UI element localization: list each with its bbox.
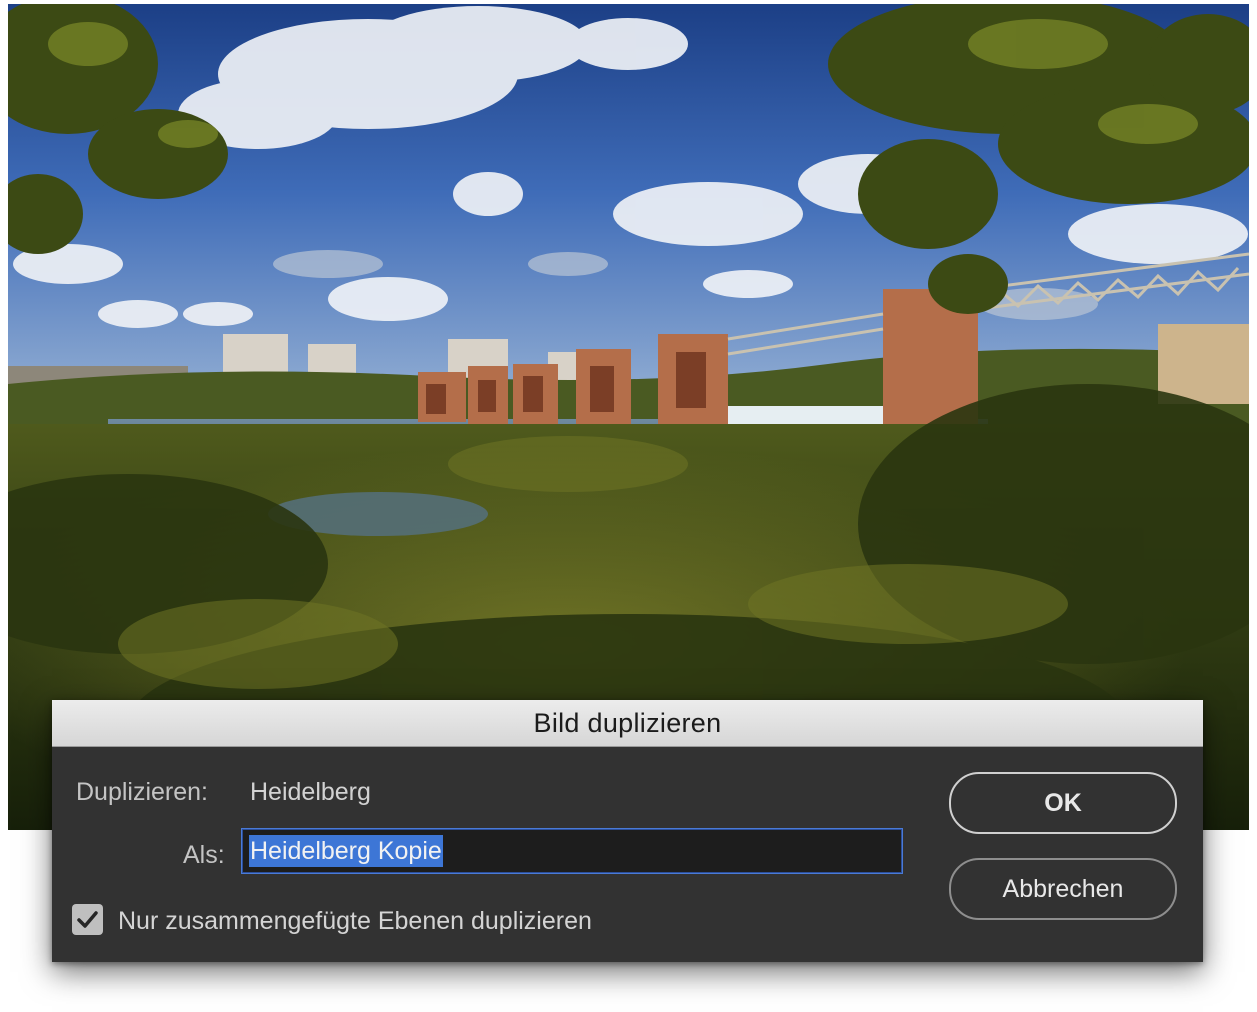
screen: Bild duplizieren Duplizieren: Heidelberg… (0, 0, 1257, 1012)
checkmark-icon (77, 911, 98, 928)
as-name-input[interactable]: Heidelberg Kopie (241, 828, 903, 874)
dialog-title: Bild duplizieren (533, 708, 722, 738)
duplicate-source-name: Heidelberg (250, 778, 371, 806)
merged-layers-checkbox-label[interactable]: Nur zusammengefügte Ebenen duplizieren (118, 907, 592, 936)
dialog-titlebar[interactable]: Bild duplizieren (52, 700, 1203, 747)
as-name-selected-text: Heidelberg Kopie (249, 835, 443, 867)
duplicate-label: Duplizieren: (76, 778, 209, 806)
merged-layers-checkbox[interactable] (72, 904, 103, 935)
duplicate-image-dialog: Bild duplizieren Duplizieren: Heidelberg… (52, 700, 1203, 962)
cancel-button[interactable]: Abbrechen (949, 858, 1177, 920)
as-label: Als: (183, 841, 225, 869)
ok-button[interactable]: OK (949, 772, 1177, 834)
